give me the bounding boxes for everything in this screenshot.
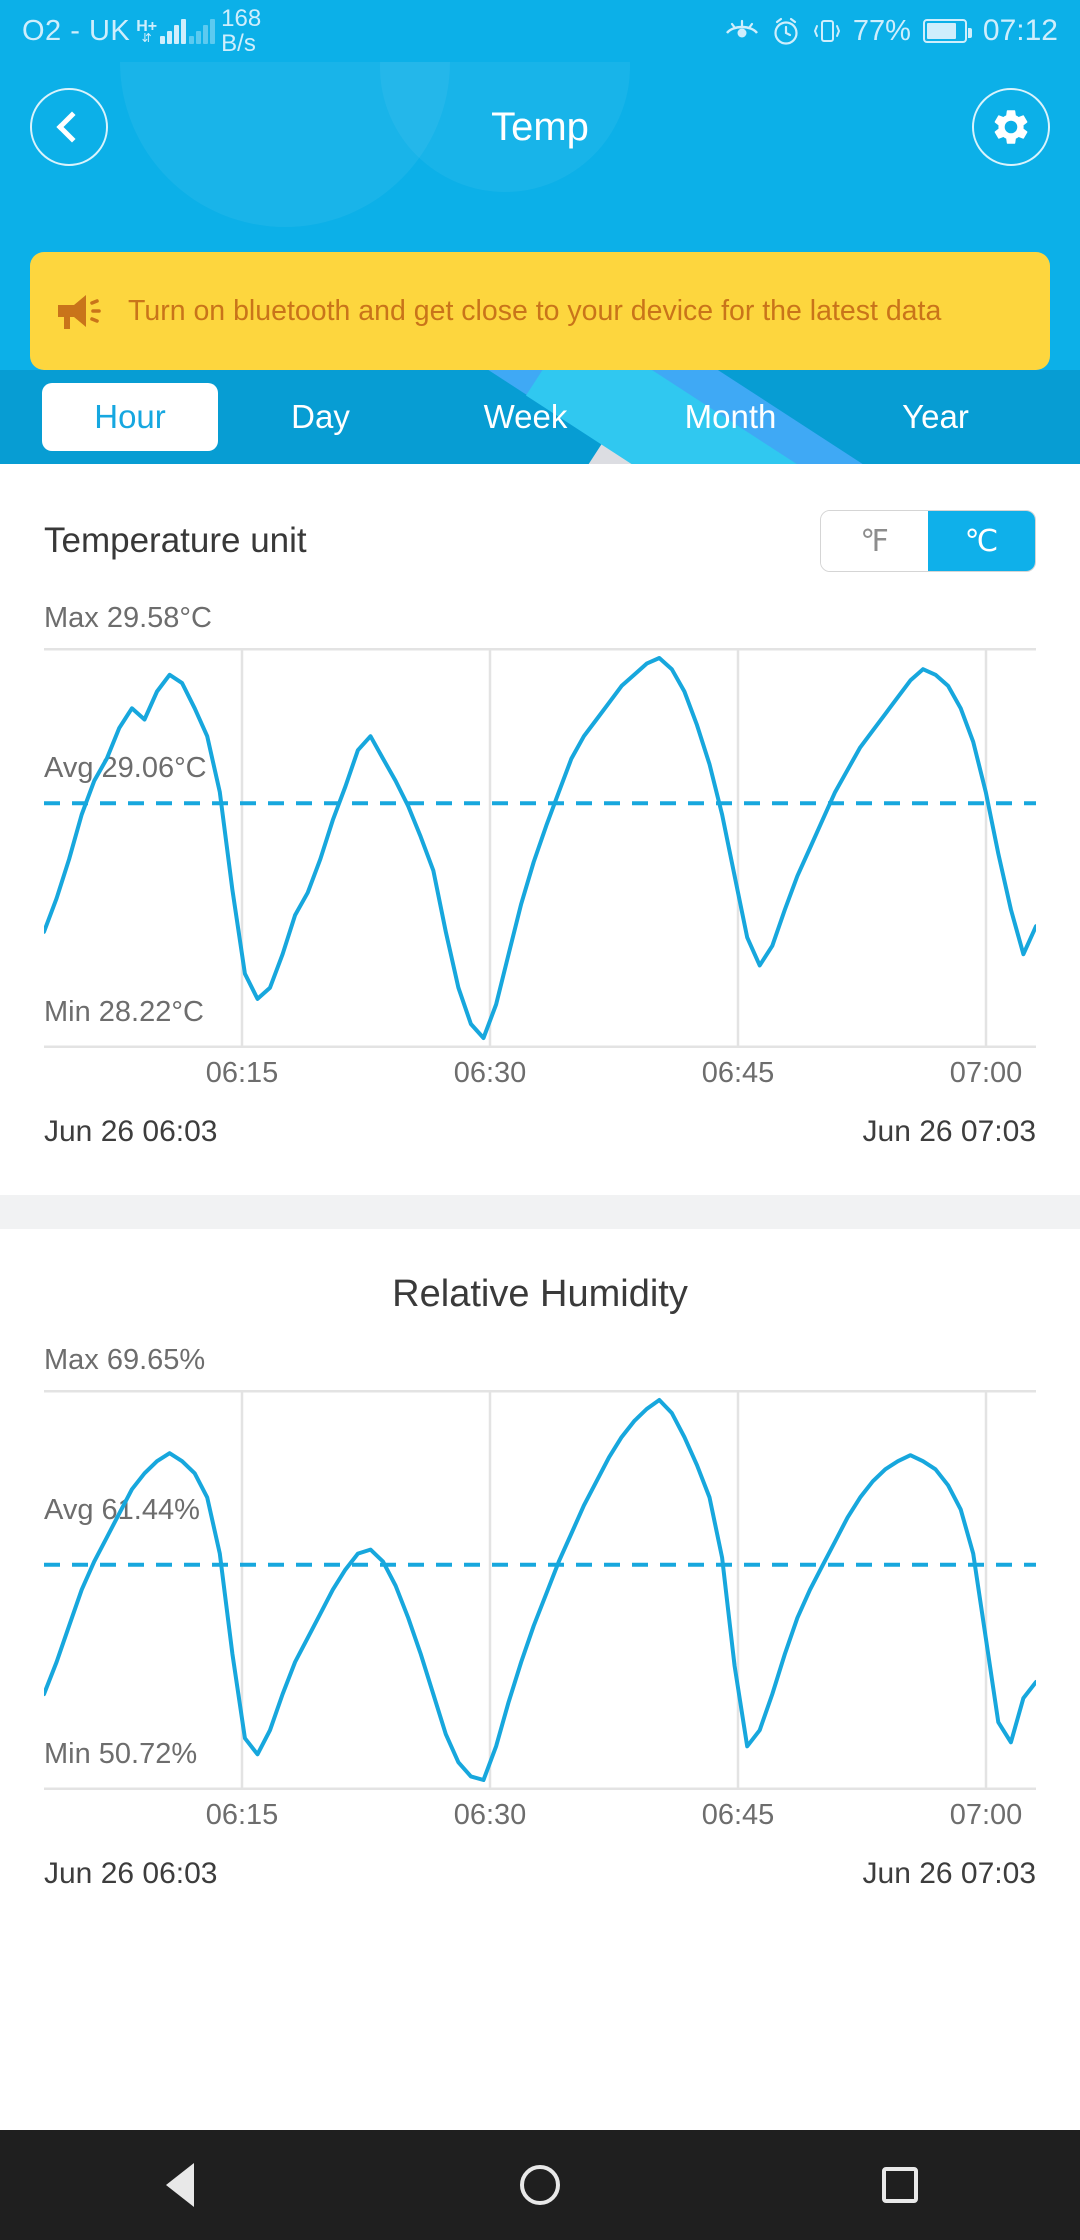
banner-text: Turn on bluetooth and get close to your … (128, 294, 942, 327)
nav-back-button[interactable] (156, 2161, 204, 2209)
temperature-line-chart (42, 647, 1038, 1049)
tab-month[interactable]: Month (628, 383, 833, 451)
back-chevron-icon (56, 111, 88, 143)
gear-icon (994, 110, 1028, 144)
tab-week[interactable]: Week (423, 383, 628, 451)
nav-back-icon (166, 2163, 194, 2207)
humidity-line-chart (42, 1389, 1038, 1791)
humidity-plot (42, 1344, 1038, 1795)
updown-arrows-icon: ⇵ (141, 31, 152, 45)
temperature-xtick-2: 06:45 (701, 1057, 775, 1089)
nav-home-icon (520, 2165, 560, 2205)
temperature-unit-row: Temperature unit ℉ ℃ (0, 464, 1080, 572)
battery-icon (922, 19, 972, 43)
banner-container: Turn on bluetooth and get close to your … (0, 252, 1080, 370)
humidity-chart-block: Max 69.65% Avg 61.44% Min 50.72% 06:15 0… (0, 1344, 1080, 1891)
vibrate-icon (813, 20, 840, 42)
settings-button[interactable] (972, 88, 1050, 166)
humidity-title: Relative Humidity (392, 1273, 688, 1315)
temperature-chart-block: Max 29.58°C Avg 29.06°C Min 28.22°C 06:1… (0, 602, 1080, 1149)
carrier-label: O2 - UK (22, 14, 131, 47)
temperature-unit-toggle[interactable]: ℉ ℃ (820, 510, 1036, 572)
battery-percent-label: 77% (852, 14, 911, 47)
humidity-xtick-1: 06:30 (453, 1799, 527, 1831)
humidity-xtick-2: 06:45 (701, 1799, 775, 1831)
temperature-xtick-3: 07:00 (949, 1057, 1023, 1089)
signal-bars-icon (160, 18, 187, 44)
humidity-x-axis: 06:15 06:30 06:45 07:00 (44, 1799, 1036, 1843)
temperature-range-start: Jun 26 06:03 (44, 1115, 218, 1148)
eye-comfort-icon (725, 19, 758, 38)
card-divider (0, 1195, 1080, 1229)
temperature-card: Temperature unit ℉ ℃ Max 29.58°C Avg 29.… (0, 464, 1080, 1195)
net-speed-value: 168 (221, 5, 262, 32)
tab-year[interactable]: Year (833, 383, 1038, 451)
status-bar: O2 - UK H+ ⇵ 168 B/s 77% 07:12 (0, 0, 1080, 62)
page-title: Temp (491, 104, 589, 149)
temperature-range-row: Jun 26 06:03 Jun 26 07:03 (44, 1101, 1036, 1149)
tab-hour[interactable]: Hour (42, 383, 218, 451)
period-tab-bar: Hour Day Week Month Year (0, 370, 1080, 464)
temperature-unit-label: Temperature unit (44, 521, 307, 560)
header-row: Temp (0, 62, 1080, 192)
humidity-xtick-3: 07:00 (949, 1799, 1023, 1831)
system-nav-bar (0, 2130, 1080, 2240)
signal-bars-secondary-icon (189, 18, 216, 44)
megaphone-icon (58, 295, 101, 329)
humidity-xtick-0: 06:15 (205, 1799, 279, 1831)
temperature-xtick-0: 06:15 (205, 1057, 279, 1089)
temperature-xtick-1: 06:30 (453, 1057, 527, 1089)
alarm-icon (774, 17, 798, 45)
net-speed-unit: B/s (221, 30, 256, 57)
nav-recents-button[interactable] (876, 2161, 924, 2209)
nav-recents-icon (882, 2167, 918, 2203)
unit-option-celsius[interactable]: ℃ (928, 511, 1035, 571)
temperature-plot (42, 602, 1038, 1053)
humidity-range-start: Jun 26 06:03 (44, 1857, 218, 1890)
net-speed: 168 B/s (221, 6, 261, 56)
bluetooth-hint-banner[interactable]: Turn on bluetooth and get close to your … (30, 252, 1050, 370)
clock-label: 07:12 (982, 14, 1058, 47)
back-button[interactable] (30, 88, 108, 166)
temperature-range-end: Jun 26 07:03 (862, 1115, 1036, 1148)
humidity-range-row: Jun 26 06:03 Jun 26 07:03 (44, 1843, 1036, 1891)
humidity-card: Relative Humidity Max 69.65% Avg 61.44% … (0, 1229, 1080, 1931)
status-bar-left: O2 - UK H+ ⇵ 168 B/s (22, 6, 261, 56)
app-header: Temp (0, 62, 1080, 252)
signal-icon: H+ ⇵ (136, 18, 216, 45)
tab-day[interactable]: Day (218, 383, 423, 451)
nav-home-button[interactable] (516, 2161, 564, 2209)
status-bar-right: 77% 07:12 (725, 14, 1058, 48)
humidity-range-end: Jun 26 07:03 (862, 1857, 1036, 1890)
tabs: Hour Day Week Month Year (0, 370, 1080, 464)
unit-option-fahrenheit[interactable]: ℉ (821, 511, 928, 571)
temperature-x-axis: 06:15 06:30 06:45 07:00 (44, 1057, 1036, 1101)
